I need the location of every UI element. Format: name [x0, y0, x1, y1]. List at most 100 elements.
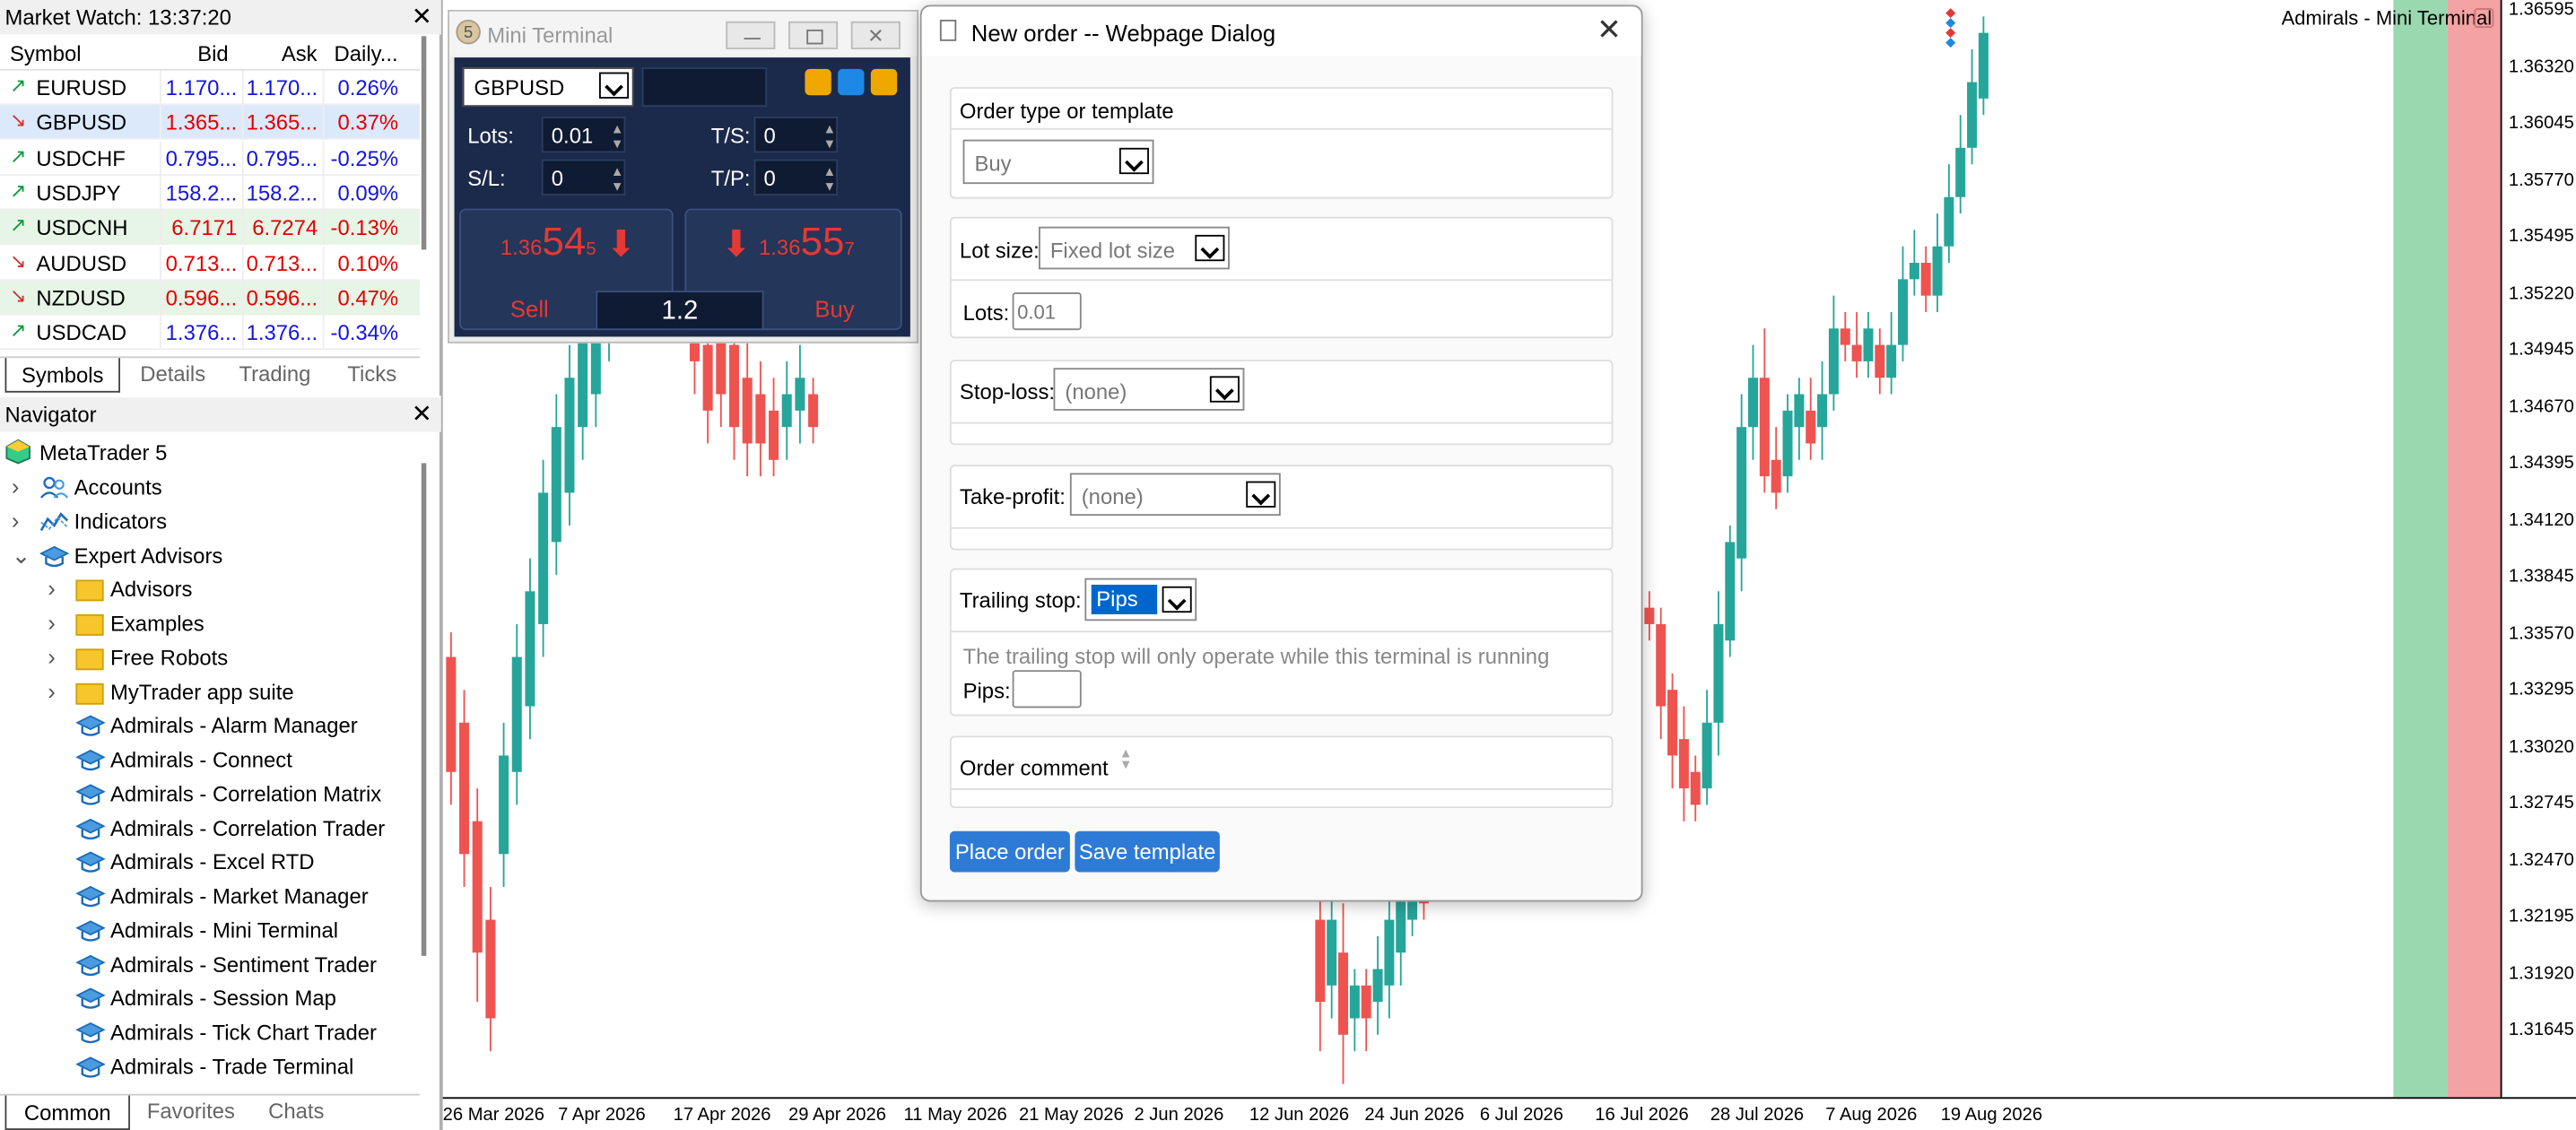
tab-trading[interactable]: Trading	[224, 361, 326, 386]
ts-input[interactable]: 0 ▲ ▼	[753, 117, 839, 153]
tab-common[interactable]: Common	[4, 1095, 130, 1130]
market-watch-row[interactable]: ↗ USDJPY 158.2... 158.2... 0.09%	[0, 175, 420, 211]
chevron-down-icon[interactable]: ⌄	[12, 541, 31, 569]
navigator-item[interactable]: › Free Robots	[0, 642, 412, 675]
resize-icon[interactable]: ▲ ▼	[1119, 746, 1133, 770]
navigator-title: Navigator	[4, 402, 97, 428]
navigator-item[interactable]: ⌄ Expert Advisors	[0, 540, 412, 573]
navigator-item[interactable]: Admirals - Tick Chart Trader	[0, 1017, 412, 1050]
order-type-select[interactable]: Buy	[962, 139, 1154, 185]
pips-input[interactable]	[1012, 670, 1082, 708]
symbol-cell: USDCHF	[36, 145, 126, 170]
market-watch-row[interactable]: ↘ GBPUSD 1.365... 1.365... 0.37%	[0, 105, 420, 141]
lots-input[interactable]: 0.01 ▲ ▼	[541, 117, 626, 153]
navigator-item[interactable]: Admirals - Correlation Trader	[0, 813, 412, 846]
navigator-item[interactable]: Admirals - Alarm Manager	[0, 710, 412, 743]
navigator-item[interactable]: Admirals - Sentiment Trader	[0, 949, 412, 982]
symbol-select[interactable]: GBPUSD	[462, 67, 634, 108]
navigator-item-label: Admirals - Alarm Manager	[109, 713, 358, 738]
chevron-right-icon[interactable]: ›	[48, 677, 56, 703]
col-ask[interactable]: Ask	[282, 41, 318, 65]
market-watch-row[interactable]: ↗ USDCNH 6.7171 6.7274 -0.13%	[0, 210, 420, 246]
tab-ticks[interactable]: Ticks	[329, 361, 414, 386]
chevron-right-icon[interactable]: ›	[48, 609, 56, 635]
trailing-stop-select[interactable]: Pips	[1084, 578, 1197, 622]
market-watch-row[interactable]: ↗ USDCAD 1.376... 1.376... -0.34%	[0, 315, 420, 351]
candle-body	[1678, 739, 1689, 789]
close-icon[interactable]: ✕	[412, 399, 432, 429]
candle-body	[472, 821, 483, 953]
navigator-item[interactable]: › Accounts	[0, 472, 412, 505]
place-order-button[interactable]: Place order	[949, 830, 1070, 873]
copy-icon[interactable]	[805, 68, 831, 96]
take-profit-select[interactable]: (none)	[1069, 473, 1281, 517]
col-symbol[interactable]: Symbol	[10, 41, 82, 65]
tab-details[interactable]: Details	[125, 361, 220, 386]
navigator-item[interactable]: Admirals - Trade Terminal	[0, 1051, 412, 1084]
navigator-item[interactable]: Admirals - Market Manager	[0, 881, 412, 914]
ask-cell: 1.376...	[241, 315, 323, 351]
navigator-tabs: Common Favorites Chats	[0, 1093, 420, 1130]
navigator-item[interactable]: › MyTrader app suite	[0, 676, 412, 709]
metatrader-logo-icon	[5, 439, 30, 465]
navigator-item[interactable]: › Advisors	[0, 574, 412, 607]
date-tick-label: 29 Apr 2026	[788, 1105, 886, 1126]
tab-symbols[interactable]: Symbols	[4, 358, 120, 393]
sell-price-small: 1.36	[500, 234, 543, 260]
market-watch-row[interactable]: ↘ NZDUSD 0.596... 0.596... 0.47%	[0, 280, 420, 316]
symbol-search-input[interactable]	[641, 67, 768, 108]
close-icon[interactable]: ✕	[412, 2, 432, 31]
market-watch-row[interactable]: ↗ EURUSD 1.170... 1.170... 0.26%	[0, 70, 420, 106]
expert-icon	[75, 953, 106, 977]
stepper-up-icon[interactable]: ▲	[611, 164, 624, 178]
navigator-item-label: Expert Advisors	[74, 543, 223, 568]
sl-input[interactable]: 0 ▲ ▼	[541, 159, 626, 196]
navigator-panel: Navigator ✕ MetaTrader 5 › Accounts › Indic…	[0, 397, 441, 1130]
save-template-button[interactable]: Save template	[1075, 830, 1220, 873]
ask-cell: 0.713...	[241, 245, 323, 281]
lot-size-select[interactable]: Fixed lot size	[1039, 226, 1230, 270]
chevron-right-icon[interactable]: ›	[12, 507, 20, 533]
navigator-item[interactable]: Admirals - Session Map	[0, 983, 412, 1016]
navigator-item-label: MyTrader app suite	[109, 679, 294, 704]
minimize-button[interactable]	[726, 21, 776, 49]
stepper-down-icon[interactable]: ▼	[823, 179, 837, 194]
mini-terminal-title: Mini Terminal	[487, 22, 614, 48]
chevron-right-icon[interactable]: ›	[12, 473, 20, 499]
stepper-up-icon[interactable]: ▲	[823, 122, 837, 136]
nav-root-label: MetaTrader 5	[39, 439, 168, 465]
market-watch-scrollbar[interactable]	[421, 36, 427, 250]
navigator-item[interactable]: Admirals - Mini Terminal	[0, 915, 412, 948]
gear-icon[interactable]	[838, 68, 865, 96]
navigator-item[interactable]: › Indicators	[0, 506, 412, 539]
stepper-up-icon[interactable]: ▲	[611, 122, 624, 136]
navigator-item-label: Admirals - Correlation Trader	[109, 815, 386, 840]
stepper-down-icon[interactable]: ▼	[611, 136, 624, 151]
stepper-up-icon[interactable]: ▲	[823, 164, 837, 178]
tab-favorites[interactable]: Favorites	[135, 1099, 247, 1123]
navigator-item[interactable]: › Examples	[0, 608, 412, 641]
stop-loss-select[interactable]: (none)	[1053, 368, 1245, 411]
market-watch-row[interactable]: ↘ AUDUSD 0.713... 0.713... 0.10%	[0, 245, 420, 281]
col-daily[interactable]: Daily...	[335, 41, 398, 65]
lots-input[interactable]	[1012, 291, 1082, 331]
tp-input[interactable]: 0 ▲ ▼	[753, 159, 839, 196]
maximize-button[interactable]	[788, 21, 839, 49]
chevron-right-icon[interactable]: ›	[48, 575, 56, 601]
col-bid[interactable]: Bid	[197, 41, 228, 65]
expand-icon[interactable]	[870, 68, 898, 96]
navigator-item[interactable]: Admirals - Excel RTD	[0, 847, 412, 880]
close-button[interactable]: ✕	[850, 21, 901, 49]
navigator-item[interactable]: Admirals - Connect	[0, 744, 412, 778]
chevron-right-icon[interactable]: ›	[48, 643, 56, 669]
market-watch-row[interactable]: ↗ USDCHF 0.795... 0.795... -0.25%	[0, 140, 420, 176]
stepper-down-icon[interactable]: ▼	[823, 136, 837, 151]
lots-label: Lots:	[962, 300, 1010, 326]
tab-chats[interactable]: Chats	[250, 1099, 343, 1123]
navigator-scrollbar[interactable]	[421, 463, 427, 956]
nav-root[interactable]: MetaTrader 5	[5, 437, 409, 470]
close-icon[interactable]: ✕	[1597, 13, 1622, 48]
chart-settings-icon[interactable]	[2474, 8, 2494, 29]
stepper-down-icon[interactable]: ▼	[611, 179, 624, 194]
navigator-item[interactable]: Admirals - Correlation Matrix	[0, 778, 412, 812]
